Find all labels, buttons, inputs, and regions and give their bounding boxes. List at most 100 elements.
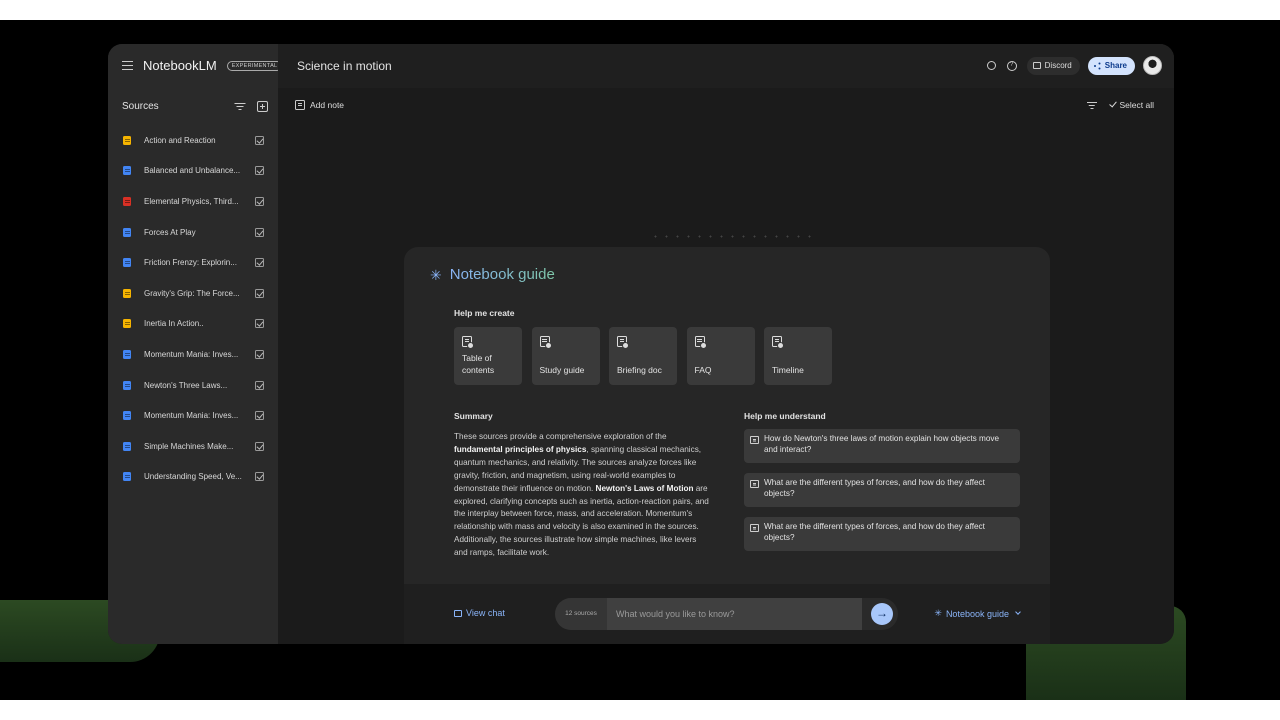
note-add-icon bbox=[694, 336, 707, 349]
slides-icon bbox=[123, 135, 131, 145]
notebook-guide-panel: ✳ Notebook guide Help me create Table of… bbox=[404, 247, 1050, 644]
source-checkbox[interactable] bbox=[255, 258, 264, 268]
app-name: NotebookLM bbox=[143, 58, 217, 73]
source-item[interactable]: Newton's Three Laws... bbox=[108, 370, 278, 401]
chat-input[interactable] bbox=[607, 598, 862, 630]
source-label: Action and Reaction bbox=[144, 135, 216, 145]
source-checkbox[interactable] bbox=[255, 166, 264, 176]
question-icon bbox=[750, 436, 759, 444]
source-item[interactable]: Balanced and Unbalance... bbox=[108, 156, 278, 187]
create-card-label: FAQ bbox=[694, 364, 712, 375]
summary-label: Summary bbox=[454, 411, 493, 421]
source-checkbox[interactable] bbox=[255, 380, 264, 390]
summary-highlight: Newton's Laws of Motion bbox=[595, 483, 694, 493]
source-item[interactable]: Elemental Physics, Third... bbox=[108, 186, 278, 217]
doc-icon bbox=[123, 411, 131, 421]
summary-text: These sources provide a comprehensive ex… bbox=[454, 431, 712, 560]
create-card[interactable]: Study guide bbox=[531, 327, 600, 385]
source-label: Elemental Physics, Third... bbox=[144, 196, 239, 206]
source-item[interactable]: Gravity's Grip: The Force... bbox=[108, 278, 278, 309]
source-item[interactable]: Understanding Speed, Ve... bbox=[108, 462, 278, 493]
slides-icon bbox=[123, 288, 131, 298]
source-label: Forces At Play bbox=[144, 227, 196, 237]
source-label: Balanced and Unbalance... bbox=[144, 166, 241, 176]
source-label: Momentum Mania: Inves... bbox=[144, 349, 239, 359]
source-checkbox[interactable] bbox=[255, 319, 264, 329]
share-icon bbox=[1093, 62, 1101, 69]
guide-title: Notebook guide bbox=[449, 266, 555, 283]
notebook-guide-toggle[interactable]: ✳ Notebook guide bbox=[934, 608, 1021, 619]
suggested-questions: How do Newton's three laws of motion exp… bbox=[744, 429, 1020, 551]
source-list: Action and Reaction Balanced and Unbalanc… bbox=[108, 125, 278, 492]
create-card-label: Table of contents bbox=[462, 353, 495, 375]
note-icon bbox=[295, 100, 305, 110]
discord-button[interactable]: Discord bbox=[1026, 56, 1080, 75]
slides-icon bbox=[123, 319, 131, 329]
source-item[interactable]: Momentum Mania: Inves... bbox=[108, 400, 278, 431]
source-label: Gravity's Grip: The Force... bbox=[144, 288, 240, 298]
doc-icon bbox=[123, 349, 131, 359]
source-item[interactable]: Inertia In Action.. bbox=[108, 309, 278, 340]
source-checkbox[interactable] bbox=[255, 288, 264, 298]
help-create-label: Help me create bbox=[454, 308, 515, 318]
select-all-button[interactable]: Select all bbox=[1108, 99, 1154, 110]
filter-icon[interactable] bbox=[234, 102, 245, 111]
source-item[interactable]: Momentum Mania: Inves... bbox=[108, 339, 278, 370]
source-item[interactable]: Friction Frenzy: Explorin... bbox=[108, 247, 278, 278]
brand: NotebookLM EXPERIMENTAL bbox=[122, 58, 283, 73]
create-card-label: Briefing doc bbox=[617, 364, 662, 375]
guide-header: ✳ Notebook guide bbox=[430, 266, 555, 283]
source-checkbox[interactable] bbox=[255, 227, 264, 237]
sparkle-icon: ✳ bbox=[430, 266, 442, 283]
source-item[interactable]: Forces At Play bbox=[108, 217, 278, 248]
source-label: Momentum Mania: Inves... bbox=[144, 411, 239, 421]
question-icon bbox=[750, 480, 759, 488]
source-checkbox[interactable] bbox=[255, 411, 264, 421]
add-note-button[interactable]: Add note bbox=[295, 100, 344, 110]
source-item[interactable]: Simple Machines Make... bbox=[108, 431, 278, 462]
sources-count-chip[interactable]: 12 sources bbox=[555, 598, 607, 630]
doc-icon bbox=[123, 258, 131, 268]
view-chat-label: View chat bbox=[466, 608, 505, 618]
notebook-title[interactable]: Science in motion bbox=[297, 59, 392, 73]
sort-icon[interactable] bbox=[1086, 101, 1097, 109]
source-item[interactable]: Action and Reaction bbox=[108, 125, 278, 156]
create-card[interactable]: FAQ bbox=[686, 327, 755, 385]
question-icon bbox=[750, 524, 759, 532]
create-card[interactable]: Briefing doc bbox=[609, 327, 677, 385]
sources-title: Sources bbox=[122, 101, 159, 112]
create-card[interactable]: Timeline bbox=[764, 327, 832, 385]
source-checkbox[interactable] bbox=[255, 349, 264, 359]
drag-handle[interactable] bbox=[650, 235, 818, 238]
source-label: Newton's Three Laws... bbox=[144, 380, 228, 390]
suggested-question[interactable]: What are the different types of forces, … bbox=[744, 517, 1020, 551]
add-note-label: Add note bbox=[310, 100, 345, 110]
suggested-question[interactable]: What are the different types of forces, … bbox=[744, 473, 1020, 507]
help-icon[interactable]: ? bbox=[1006, 60, 1017, 71]
doc-icon bbox=[123, 380, 131, 390]
chat-icon bbox=[454, 609, 462, 617]
share-label: Share bbox=[1104, 61, 1127, 70]
pdf-icon bbox=[123, 196, 131, 206]
view-chat-button[interactable]: View chat bbox=[454, 608, 505, 618]
avatar[interactable] bbox=[1143, 56, 1162, 75]
share-button[interactable]: Share bbox=[1087, 56, 1135, 75]
note-add-icon bbox=[462, 336, 474, 349]
question-text: How do Newton's three laws of motion exp… bbox=[764, 434, 1000, 454]
menu-icon[interactable] bbox=[122, 61, 133, 70]
source-label: Understanding Speed, Ve... bbox=[144, 472, 242, 482]
add-source-icon[interactable] bbox=[257, 101, 268, 112]
check-icon bbox=[1108, 99, 1117, 108]
source-checkbox[interactable] bbox=[255, 472, 264, 482]
send-button[interactable]: → bbox=[871, 603, 893, 625]
source-checkbox[interactable] bbox=[255, 196, 264, 206]
doc-icon bbox=[123, 441, 131, 451]
source-checkbox[interactable] bbox=[255, 135, 264, 145]
create-card[interactable]: Table of contents bbox=[454, 327, 522, 385]
doc-icon bbox=[123, 227, 131, 237]
chat-bubble-icon bbox=[1032, 62, 1041, 69]
source-checkbox[interactable] bbox=[255, 441, 264, 451]
suggested-question[interactable]: How do Newton's three laws of motion exp… bbox=[744, 429, 1020, 463]
theme-toggle-icon[interactable] bbox=[986, 61, 996, 70]
chat-composer: 12 sources → bbox=[555, 598, 898, 630]
